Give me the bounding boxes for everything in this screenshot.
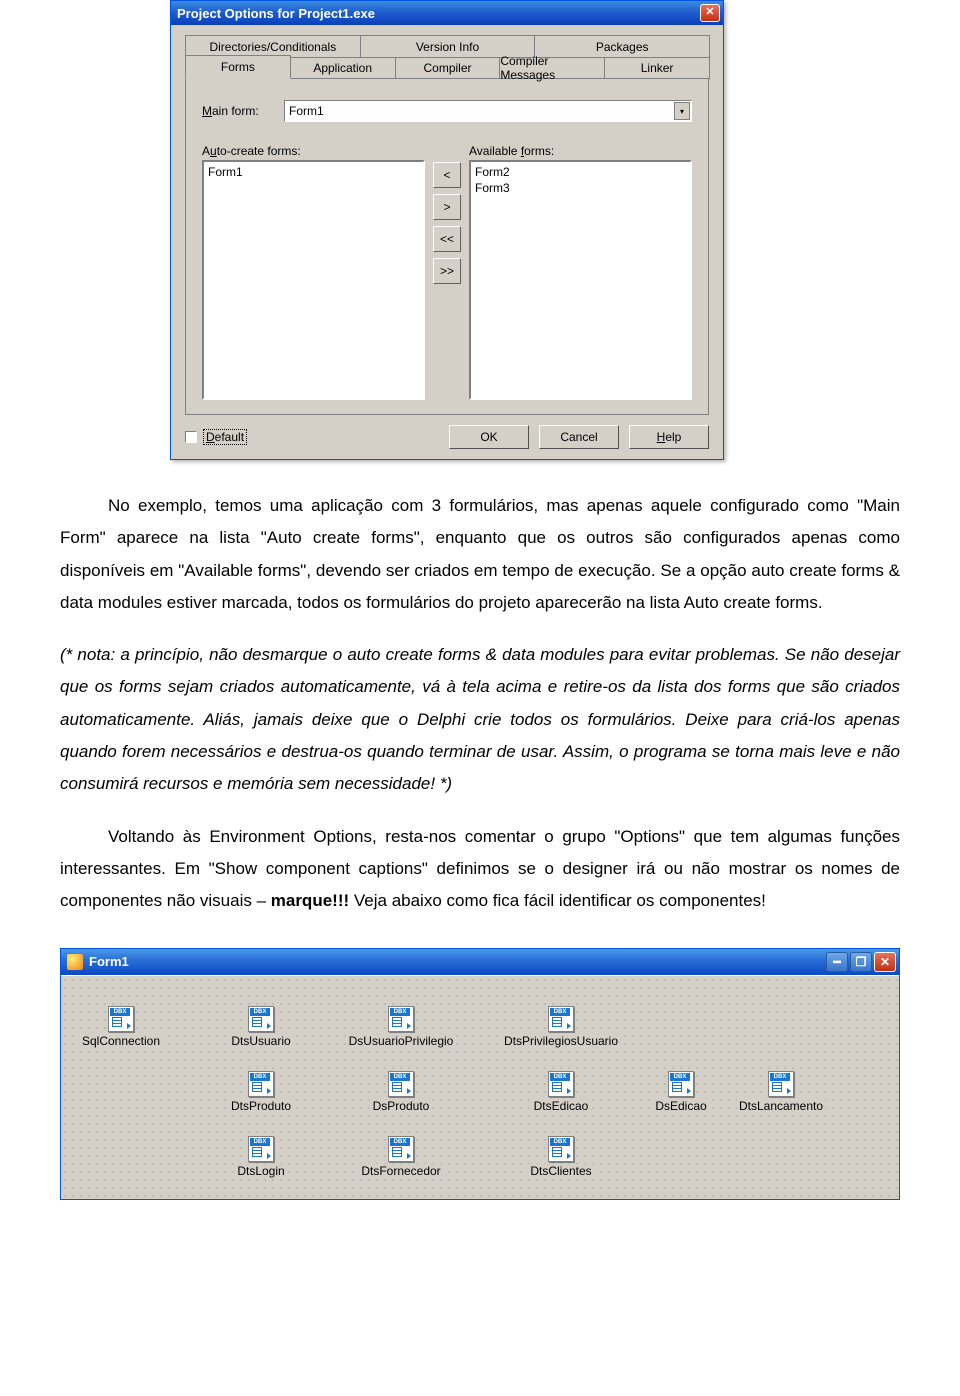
dbx-component-icon: DBX xyxy=(388,1071,414,1097)
component-label: DtsLancamento xyxy=(737,1099,825,1113)
component-label: DtsProduto xyxy=(229,1099,293,1113)
component-dtslancamento[interactable]: DBX DtsLancamento xyxy=(721,1071,841,1113)
design-surface[interactable]: DBX SqlConnection DBX DtsUsuario DBX DsUsuari… xyxy=(61,975,899,1199)
project-options-dialog: Project Options for Project1.exe ✕ Direc… xyxy=(170,0,724,460)
dbx-component-icon: DBX xyxy=(108,1006,134,1032)
component-label: DsProduto xyxy=(371,1099,432,1113)
component-label: DtsPrivilegiosUsuario xyxy=(502,1034,620,1048)
window-title: Project Options for Project1.exe xyxy=(177,6,700,21)
component-label: DsEdicao xyxy=(653,1099,708,1113)
list-item[interactable]: Form2 xyxy=(475,164,686,180)
tab-compiler[interactable]: Compiler xyxy=(395,57,501,79)
form1-designer-screenshot: Form1 ━ ❐ ✕ DBX SqlConnection DBX DtsUsuari… xyxy=(60,948,900,1200)
move-all-left-button[interactable]: << xyxy=(433,226,461,252)
auto-create-listbox[interactable]: Form1 xyxy=(202,160,425,400)
available-label: Available forms: xyxy=(469,144,692,158)
minimize-icon[interactable]: ━ xyxy=(826,952,848,972)
maximize-icon[interactable]: ❐ xyxy=(850,952,872,972)
form1-titlebar: Form1 ━ ❐ ✕ xyxy=(61,949,899,975)
dbx-component-icon: DBX xyxy=(768,1071,794,1097)
component-dtsusuario[interactable]: DBX DtsUsuario xyxy=(201,1006,321,1048)
available-listbox[interactable]: Form2 Form3 xyxy=(469,160,692,400)
dbx-component-icon: DBX xyxy=(388,1136,414,1162)
component-label: SqlConnection xyxy=(80,1034,162,1048)
dbx-component-icon: DBX xyxy=(548,1136,574,1162)
delphi-form-icon xyxy=(67,954,83,970)
component-dsusuarioprivilegio[interactable]: DBX DsUsuarioPrivilegio xyxy=(341,1006,461,1048)
checkbox-icon[interactable] xyxy=(185,431,197,443)
tab-linker[interactable]: Linker xyxy=(604,57,710,79)
article-body: No exemplo, temos uma aplicação com 3 fo… xyxy=(60,490,900,918)
component-dtsfornecedor[interactable]: DBX DtsFornecedor xyxy=(341,1136,461,1178)
main-form-label: Main form: xyxy=(202,104,274,118)
component-label: DtsFornecedor xyxy=(359,1164,442,1178)
paragraph-2: (* nota: a princípio, não desmarque o au… xyxy=(60,639,900,800)
tab-application[interactable]: Application xyxy=(290,57,396,79)
close-icon[interactable]: ✕ xyxy=(700,4,720,22)
paragraph-1: No exemplo, temos uma aplicação com 3 fo… xyxy=(60,490,900,619)
dbx-component-icon: DBX xyxy=(548,1006,574,1032)
component-dtsedicao[interactable]: DBX DtsEdicao xyxy=(501,1071,621,1113)
list-item[interactable]: Form1 xyxy=(208,164,419,180)
dbx-component-icon: DBX xyxy=(668,1071,694,1097)
titlebar: Project Options for Project1.exe ✕ xyxy=(171,1,723,25)
ok-button[interactable]: OK xyxy=(449,425,529,449)
component-label: DtsEdicao xyxy=(532,1099,591,1113)
component-dtsclientes[interactable]: DBX DtsClientes xyxy=(501,1136,621,1178)
paragraph-3: Voltando às Environment Options, resta-n… xyxy=(60,821,900,918)
component-dtsprivilegiosusuario[interactable]: DBX DtsPrivilegiosUsuario xyxy=(501,1006,621,1048)
component-dtsproduto[interactable]: DBX DtsProduto xyxy=(201,1071,321,1113)
component-label: DtsLogin xyxy=(235,1164,286,1178)
project-options-screenshot: Project Options for Project1.exe ✕ Direc… xyxy=(170,0,724,460)
component-sqlconnection[interactable]: DBX SqlConnection xyxy=(61,1006,181,1048)
form1-title: Form1 xyxy=(89,954,826,969)
move-right-button[interactable]: > xyxy=(433,194,461,220)
close-icon[interactable]: ✕ xyxy=(874,952,896,972)
chevron-down-icon[interactable]: ▾ xyxy=(674,102,690,120)
move-left-button[interactable]: < xyxy=(433,162,461,188)
dbx-component-icon: DBX xyxy=(248,1071,274,1097)
auto-create-label: Auto-create forms: xyxy=(202,144,425,158)
component-dtslogin[interactable]: DBX DtsLogin xyxy=(201,1136,321,1178)
move-all-right-button[interactable]: >> xyxy=(433,258,461,284)
main-form-combo[interactable]: Form1 ▾ xyxy=(284,100,692,122)
default-checkbox[interactable]: Default xyxy=(185,429,247,445)
tab-strip: Directories/Conditionals Version Info Pa… xyxy=(185,35,709,79)
component-label: DtsClientes xyxy=(528,1164,593,1178)
forms-tab-pane: Main form: Form1 ▾ Auto-create forms: Fo… xyxy=(185,78,709,415)
cancel-button[interactable]: Cancel xyxy=(539,425,619,449)
component-label: DtsUsuario xyxy=(229,1034,292,1048)
tab-forms[interactable]: Forms xyxy=(185,55,291,79)
tab-compiler-messages[interactable]: Compiler Messages xyxy=(499,57,605,79)
main-form-value: Form1 xyxy=(289,104,324,118)
dbx-component-icon: DBX xyxy=(388,1006,414,1032)
component-dsproduto[interactable]: DBX DsProduto xyxy=(341,1071,461,1113)
dbx-component-icon: DBX xyxy=(548,1071,574,1097)
form1-window: Form1 ━ ❐ ✕ DBX SqlConnection DBX DtsUsuari… xyxy=(60,948,900,1200)
component-label: DsUsuarioPrivilegio xyxy=(347,1034,456,1048)
dbx-component-icon: DBX xyxy=(248,1136,274,1162)
tab-directories[interactable]: Directories/Conditionals xyxy=(185,35,361,57)
dbx-component-icon: DBX xyxy=(248,1006,274,1032)
help-button[interactable]: Help xyxy=(629,425,709,449)
list-item[interactable]: Form3 xyxy=(475,180,686,196)
